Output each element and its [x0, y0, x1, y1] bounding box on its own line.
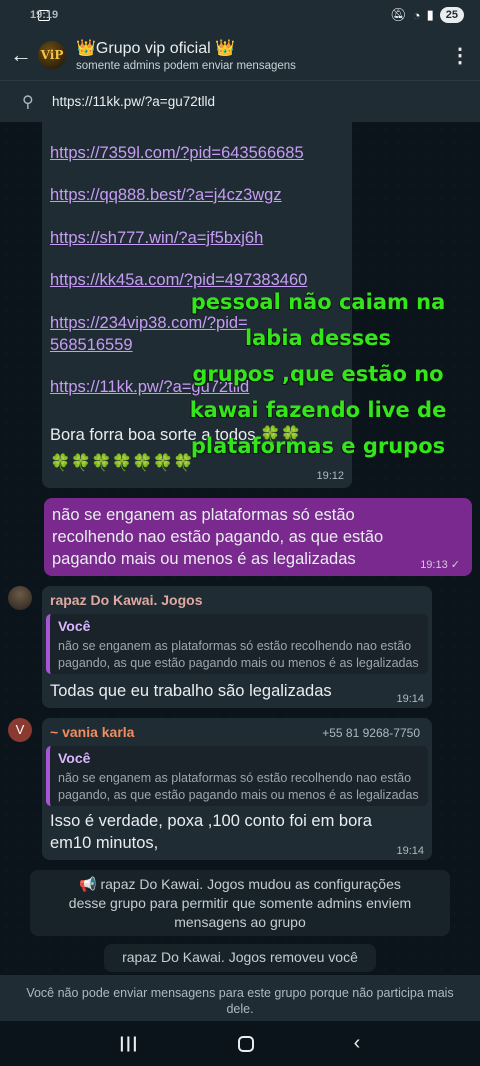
system-message-settings: 📢 rapaz Do Kawai. Jogos mudou as configu… [30, 870, 450, 936]
system-message-removed: rapaz Do Kawai. Jogos removeu você [104, 944, 376, 972]
quoted-message[interactable]: Você não se enganem as plataformas só es… [46, 746, 428, 806]
overlay-line: labia desses [244, 326, 392, 350]
more-options-icon[interactable]: ⋮ [450, 43, 470, 68]
message-link[interactable]: https://sh777.win/?a=jf5bxj6h [50, 227, 263, 249]
message-link[interactable]: https://7359l.com/?pid=643566685 [50, 142, 304, 164]
quoted-text: não se enganem as plataformas só estão r… [58, 638, 422, 672]
home-icon[interactable] [238, 1035, 255, 1052]
sender-avatar[interactable] [8, 586, 32, 610]
status-icons: 🔕︎ ◔ ▮ 25 [390, 7, 464, 23]
recent-apps-icon[interactable]: ||| [120, 1035, 139, 1053]
message-text: recolhendo nao estão pagando, as que est… [52, 528, 384, 546]
system-text-line: desse grupo para permitir que somente ad… [68, 895, 412, 911]
quoted-text-line: pagando, as que estão pagando mais ou me… [58, 656, 419, 670]
battery-icon: 25 [439, 7, 464, 23]
sender-avatar[interactable]: V [8, 718, 32, 742]
back-arrow-icon[interactable]: ← [10, 42, 32, 68]
system-nav-bar: ||| ‹ [0, 1021, 480, 1066]
overlay-annotation: pessoal não caiam na labia desses grupos… [168, 284, 468, 464]
signal-icon: ▮ [426, 7, 434, 22]
overlay-line: plataformas e grupos [190, 434, 446, 458]
sender-name[interactable]: ~ vania karla [50, 724, 134, 740]
message-time: 19:12 [316, 470, 344, 482]
system-text-line: 📢 rapaz Do Kawai. Jogos mudou as configu… [79, 876, 401, 892]
group-title: 👑Grupo vip oficial 👑 [76, 40, 236, 57]
pinned-message-text: https://11kk.pw/?a=gu72tlld [52, 94, 215, 109]
quoted-text-line: não se enganem as plataformas só estão r… [58, 771, 412, 785]
quoted-message[interactable]: Você não se enganem as plataformas só es… [46, 614, 428, 674]
quoted-sender: Você [58, 618, 91, 634]
message-time: 19:14 [396, 845, 424, 857]
overlay-line: kawai fazendo live de [189, 398, 447, 422]
message-text: pagando mais ou menos é as legalizadas [52, 550, 356, 568]
quoted-text-line: não se enganem as plataformas só estão r… [58, 639, 412, 653]
message-time: 19:13 ✓ [420, 559, 460, 571]
status-time: 19:19 [30, 9, 59, 21]
wifi-icon: ◔ [412, 7, 421, 23]
cannot-send-notice: Você não pode enviar mensagens para este… [0, 975, 480, 1021]
group-subtitle: somente admins podem enviar mensagens [76, 60, 296, 72]
sender-phone: +55 81 9268-7750 [322, 726, 420, 740]
overlay-line: grupos ,que estão no [192, 362, 444, 386]
pin-icon: ⚲ [22, 93, 34, 111]
message-time: 19:14 [396, 693, 424, 705]
message-link[interactable]: https://qq888.best/?a=j4cz3wgz [50, 184, 282, 206]
message-text: não se enganem as plataformas só estão [52, 506, 355, 524]
sender-name[interactable]: rapaz Do Kawai. Jogos [50, 592, 202, 608]
group-avatar[interactable]: ViP [38, 41, 66, 69]
quoted-text: não se enganem as plataformas só estão r… [58, 770, 422, 804]
outgoing-message-bubble: não se enganem as plataformas só estão r… [44, 498, 472, 576]
incoming-message-bubble: ~ vania karla +55 81 9268-7750 Você não … [42, 718, 432, 860]
group-info[interactable]: 👑Grupo vip oficial 👑 somente admins pode… [76, 38, 450, 72]
message-text: em10 minutos, [50, 834, 159, 852]
chat-header: ← ViP 👑Grupo vip oficial 👑 somente admin… [0, 30, 480, 80]
status-bar: 19:19 🔕︎ ◔ ▮ 25 [0, 0, 480, 30]
mute-icon: 🔕︎ [390, 7, 407, 22]
pinned-message-bar[interactable]: ⚲ https://11kk.pw/?a=gu72tlld [0, 80, 480, 122]
system-text-line: mensagens ao grupo [174, 914, 306, 930]
quoted-text-line: pagando, as que estão pagando mais ou me… [58, 788, 419, 802]
message-text: Todas que eu trabalho são legalizadas [50, 682, 332, 700]
overlay-line: pessoal não caiam na [190, 290, 446, 314]
message-text: Isso é verdade, poxa ,100 conto foi em b… [50, 812, 372, 830]
quoted-sender: Você [58, 750, 91, 766]
incoming-message-bubble: rapaz Do Kawai. Jogos Você não se engane… [42, 586, 432, 708]
chat-area[interactable]: https://7359l.com/?pid=643566685 https:/… [0, 122, 480, 975]
nav-back-icon[interactable]: ‹ [354, 1032, 361, 1055]
message-link[interactable]: 568516559 [50, 334, 133, 356]
